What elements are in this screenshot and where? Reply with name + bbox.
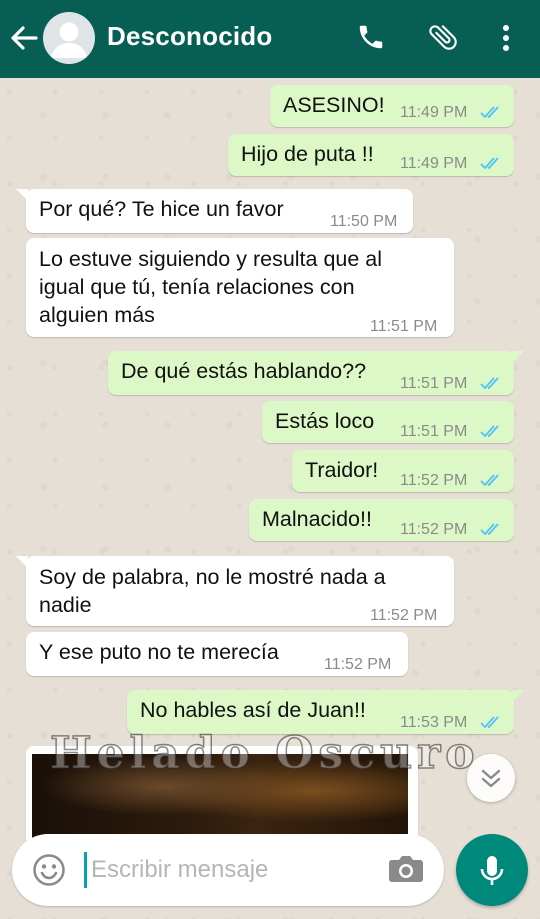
message-outgoing[interactable]: Hijo de puta !! 11:49 PM — [228, 134, 514, 176]
watermark: Helado Oscuro — [49, 727, 480, 780]
mic-icon — [480, 856, 504, 885]
message-outgoing[interactable]: Traidor! 11:52 PM — [292, 450, 514, 492]
double-check-icon — [480, 418, 504, 446]
message-time: 11:49 PM — [400, 155, 468, 172]
double-check-icon — [480, 99, 504, 127]
more-vert-icon[interactable] — [496, 24, 516, 59]
message-time: 11:52 PM — [324, 656, 392, 673]
mic-button[interactable] — [456, 834, 528, 906]
bubble-tail — [16, 556, 28, 568]
message-incoming[interactable]: Y ese puto no te merecía 11:52 PM — [26, 632, 408, 676]
message-time: 11:50 PM — [330, 213, 398, 230]
contact-name[interactable]: Desconocido — [107, 21, 272, 52]
message-text: ASESINO! — [283, 93, 385, 117]
message-composer — [12, 834, 444, 906]
message-text: Malnacido!! — [262, 507, 372, 531]
back-arrow-icon[interactable] — [10, 25, 38, 56]
message-text: Hijo de puta !! — [241, 142, 374, 166]
bubble-tail — [512, 690, 524, 702]
message-text: No hables así de Juan!! — [140, 698, 366, 722]
message-time: 11:52 PM — [400, 521, 468, 538]
avatar-placeholder-icon — [51, 22, 87, 58]
message-outgoing[interactable]: Malnacido!! 11:52 PM — [249, 499, 514, 541]
chat-header: Desconocido — [0, 0, 540, 78]
message-text: Estás loco — [275, 409, 375, 433]
message-text: Lo estuve siguiendo y resulta que al igu… — [39, 247, 383, 327]
chevron-double-down-icon — [481, 769, 501, 788]
message-time: 11:51 PM — [400, 423, 468, 440]
bubble-tail — [512, 351, 524, 363]
bubble-tail — [16, 189, 28, 201]
message-outgoing[interactable]: ASESINO! 11:49 PM — [270, 85, 514, 127]
double-check-icon — [480, 709, 504, 737]
message-text: De qué estás hablando?? — [121, 359, 367, 383]
message-outgoing[interactable]: Estás loco 11:51 PM — [262, 401, 514, 443]
message-incoming[interactable]: Soy de palabra, no le mostré nada a nadi… — [16, 556, 454, 626]
double-check-icon — [480, 516, 504, 544]
avatar[interactable] — [43, 12, 95, 64]
double-check-icon — [480, 370, 504, 398]
emoji-icon[interactable] — [32, 853, 66, 892]
scroll-to-bottom-button[interactable] — [467, 754, 515, 802]
message-incoming[interactable]: Lo estuve siguiendo y resulta que al igu… — [26, 238, 454, 337]
camera-icon[interactable] — [388, 854, 424, 889]
message-time: 11:49 PM — [400, 104, 468, 121]
message-text: Y ese puto no te merecía — [39, 640, 279, 664]
double-check-icon — [480, 467, 504, 495]
message-input[interactable] — [84, 852, 374, 888]
double-check-icon — [480, 150, 504, 178]
message-time: 11:52 PM — [400, 472, 468, 489]
message-text: Traidor! — [305, 458, 379, 482]
paperclip-icon[interactable] — [426, 20, 460, 59]
message-incoming[interactable]: Por qué? Te hice un favor 11:50 PM — [16, 189, 413, 233]
message-time: 11:51 PM — [370, 318, 438, 335]
message-time: 11:51 PM — [400, 375, 468, 392]
phone-icon[interactable] — [356, 22, 386, 57]
message-text: Por qué? Te hice un favor — [39, 197, 284, 221]
message-time: 11:52 PM — [370, 607, 438, 624]
message-outgoing[interactable]: De qué estás hablando?? 11:51 PM — [108, 351, 524, 398]
